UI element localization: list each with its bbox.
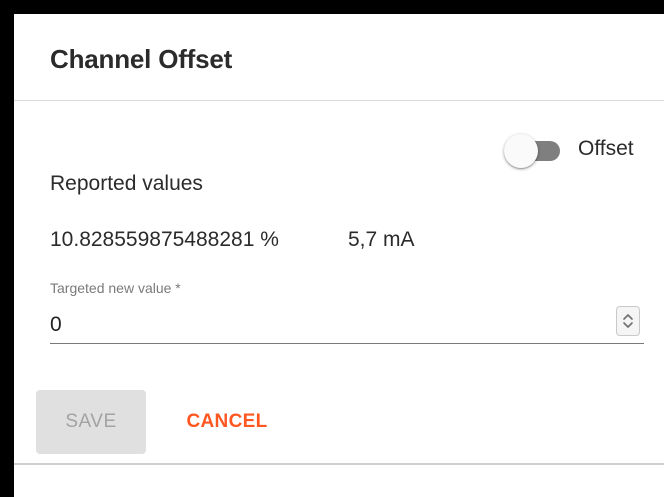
- header-divider: [14, 100, 664, 101]
- bottom-divider: [14, 463, 664, 465]
- reported-values-label: Reported values: [50, 172, 203, 195]
- targeted-value-input[interactable]: [50, 306, 644, 344]
- offset-toggle-thumb: [504, 134, 538, 168]
- targeted-value-label: Targeted new value *: [50, 280, 181, 296]
- up-down-chevron-icon[interactable]: [616, 306, 640, 336]
- offset-toggle[interactable]: [504, 134, 574, 168]
- reported-percent-value: 10.828559875488281 %: [50, 228, 279, 251]
- channel-offset-dialog: Channel Offset Offset Reported values 10…: [14, 14, 664, 497]
- reported-current-value: 5,7 mA: [348, 228, 415, 251]
- dialog-title: Channel Offset: [50, 44, 233, 74]
- save-button[interactable]: SAVE: [36, 390, 146, 454]
- cancel-button[interactable]: CANCEL: [172, 390, 282, 454]
- offset-toggle-label[interactable]: Offset: [578, 137, 634, 161]
